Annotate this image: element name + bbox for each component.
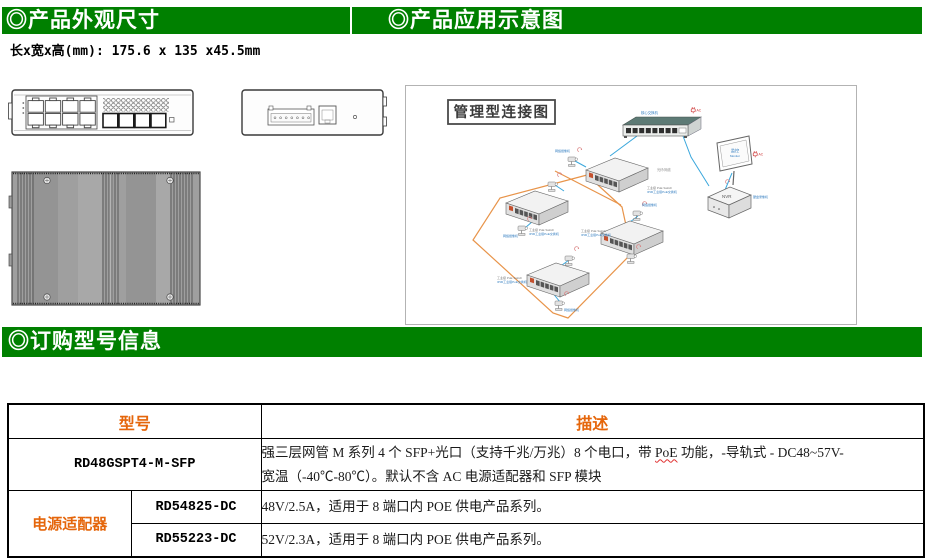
table-row: RD48GSPT4-M-SFP 强三层网管 M 系列 4 个 SFP+光口（支持… xyxy=(7,438,925,491)
core-switch-label: 核心交换机 xyxy=(641,110,659,115)
nvr-label: NVR xyxy=(722,194,732,199)
model-column-header: 型号 xyxy=(7,403,262,439)
description-line-1: 强三层网管 M 系列 4 个 SFP+光口（支持千兆/万兆）8 个电口，带 Po… xyxy=(261,444,844,460)
description-line-2: 宽温（-40℃-80℃）。默认不含 AC 电源适配器和 SFP 模块 xyxy=(261,468,602,484)
section-title-appearance: ◎产品外观尺寸 xyxy=(2,7,350,34)
svg-text:网络摄像机: 网络摄像机 xyxy=(503,233,518,238)
adapter-group-cell: 电源适配器 xyxy=(7,490,132,557)
core-switch xyxy=(621,116,703,138)
monitor-label-en: Monitor xyxy=(730,154,740,158)
table-header-row: 型号 描述 xyxy=(7,403,925,439)
svg-text:IP30工业级PoE交换机: IP30工业级PoE交换机 xyxy=(647,189,677,194)
diagram-title: 管理型连接图 xyxy=(454,103,550,121)
sfp-slots xyxy=(102,112,167,129)
svg-text:IP30工业级PoE交换机: IP30工业级PoE交换机 xyxy=(529,231,559,236)
svg-text:IP30工业级PoE交换机: IP30工业级PoE交换机 xyxy=(497,279,527,284)
svg-text:网络摄像机: 网络摄像机 xyxy=(564,307,579,312)
monitor-label-cn: 监控 xyxy=(731,147,740,154)
console-port xyxy=(318,105,337,125)
model-cell: RD55223-DC xyxy=(130,523,262,557)
ordering-table: 型号 描述 RD48GSPT4-M-SFP 强三层网管 M 系列 4 个 SFP… xyxy=(7,403,925,558)
poe-term: PoE xyxy=(655,444,678,460)
section-title-application: ◎产品应用示意图 xyxy=(352,7,922,34)
heatsink-top-view xyxy=(8,171,201,306)
svg-text:网络摄像机: 网络摄像机 xyxy=(642,202,657,207)
model-cell: RD48GSPT4-M-SFP xyxy=(7,438,262,491)
description-cell: 52V/2.3A，适用于 8 端口内 POE 供电产品系列。 xyxy=(260,523,925,557)
nvr-side-label: 硬盘录像机 xyxy=(753,194,768,199)
table-row: 电源适配器 RD54825-DC 48V/2.5A，适用于 8 端口内 POE … xyxy=(7,490,925,557)
product-drawings xyxy=(8,89,387,306)
svg-text:网络摄像机: 网络摄像机 xyxy=(555,148,570,153)
switch-front-view xyxy=(8,89,194,136)
description-cell: 强三层网管 M 系列 4 个 SFP+光口（支持千兆/万兆）8 个电口，带 Po… xyxy=(260,438,925,491)
dimensions-text: 长x宽x高(mm): 175.6 x 135 x45.5mm xyxy=(10,44,261,59)
description-column-header: 描述 xyxy=(260,403,925,439)
svg-text:IP30工业级PoE交换机: IP30工业级PoE交换机 xyxy=(581,232,611,237)
switch-top-view xyxy=(241,89,387,136)
application-diagram: AC 管理型连接图 核 xyxy=(405,85,857,325)
led-hole-grid xyxy=(103,98,169,112)
diagram-title-box: 管理型连接图 xyxy=(447,99,556,125)
model-cell: RD54825-DC xyxy=(130,490,262,524)
section-title-ordering: ◎订购型号信息 xyxy=(2,327,922,357)
description-cell: 48V/2.5A，适用于 8 端口内 POE 供电产品系列。 xyxy=(260,490,925,524)
table-row: RD55223-DC 52V/2.3A，适用于 8 端口内 POE 供电产品系列… xyxy=(8,523,925,557)
fiber-line-label: 光纤/网线 xyxy=(657,167,671,172)
